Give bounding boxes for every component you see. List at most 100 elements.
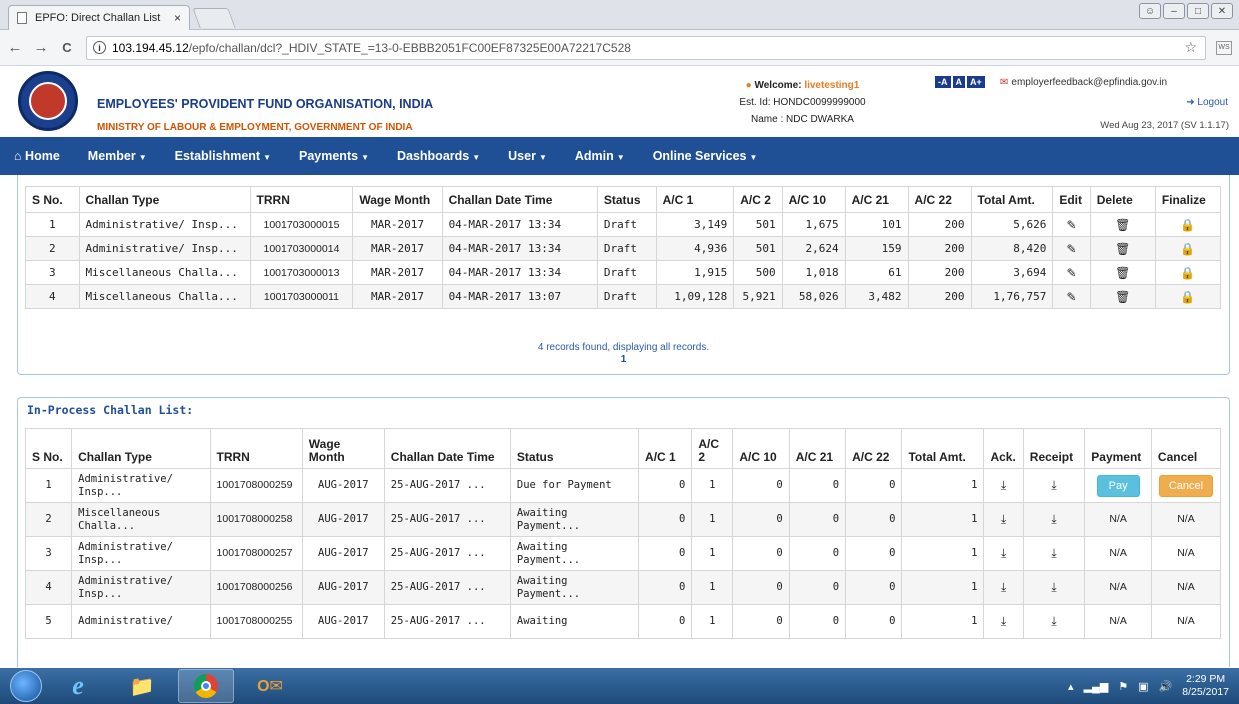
url-path: /epfo/challan/dcl?_HDIV_STATE_=13-0-EBBB… <box>188 40 631 55</box>
font-decrease-button[interactable]: -A <box>935 76 951 88</box>
menu-online-services[interactable]: Online Services ▼ <box>639 149 772 163</box>
table-cell: AUG-2017 <box>301 502 385 537</box>
table-cell: 0 <box>638 604 693 639</box>
table-cell: 1,915 <box>655 260 735 285</box>
na-text: N/A <box>1109 513 1127 525</box>
volume-icon[interactable]: 🔊 <box>1159 680 1173 693</box>
menu-establishment[interactable]: Establishment ▼ <box>161 149 285 163</box>
signal-icon[interactable]: ▂▄▆ <box>1084 680 1109 693</box>
maximize-icon[interactable]: □ <box>1187 3 1209 19</box>
table-cell: ⤓ <box>983 570 1024 605</box>
page-number-link[interactable]: 1 <box>621 354 627 365</box>
extension-icon[interactable]: WS <box>1216 40 1232 55</box>
forward-icon[interactable]: → <box>30 39 52 56</box>
table-cell: 0 <box>845 570 903 605</box>
inprocess-challan-panel: In-Process Challan List: S No. Challan T… <box>17 397 1230 667</box>
edit-icon[interactable]: ✎ <box>1067 218 1077 232</box>
ack-download-icon[interactable]: ⤓ <box>1001 546 1006 560</box>
table-cell: 1,09,128 <box>655 284 735 309</box>
table-cell: N/A <box>1150 570 1222 605</box>
ie-icon[interactable]: e <box>50 669 106 703</box>
cancel-button[interactable]: Cancel <box>1158 474 1214 497</box>
receipt-download-icon[interactable]: ⤓ <box>1051 478 1056 492</box>
trash-icon[interactable]: 🗑 <box>1115 266 1130 280</box>
receipt-download-icon[interactable]: ⤓ <box>1051 580 1056 594</box>
show-hidden-icons[interactable]: ▴ <box>1068 680 1074 693</box>
font-normal-button[interactable]: A <box>952 76 965 88</box>
col-header: A/C 10 <box>732 428 790 469</box>
table-cell: ✎ <box>1052 212 1091 237</box>
receipt-download-icon[interactable]: ⤓ <box>1051 614 1056 628</box>
ack-download-icon[interactable]: ⤓ <box>1001 478 1006 492</box>
clock[interactable]: 2:29 PM 8/25/2017 <box>1182 673 1229 699</box>
table-cell: 0 <box>732 604 790 639</box>
table-cell: N/A <box>1084 536 1152 571</box>
feedback-link[interactable]: ✉ employerfeedback@epfindia.gov.in <box>1000 77 1167 88</box>
user-icon[interactable]: ☺ <box>1139 3 1161 19</box>
draft-challan-table: S No. Challan Type TRRN Wage Month Chall… <box>25 186 1222 309</box>
table-cell: 0 <box>845 468 903 503</box>
url-input[interactable]: i 103.194.45.12/epfo/challan/dcl?_HDIV_S… <box>86 35 1206 60</box>
table-cell: 8,420 <box>970 236 1054 261</box>
menu-user[interactable]: User ▼ <box>494 149 561 163</box>
table-cell: 3,149 <box>655 212 735 237</box>
pay-button[interactable]: Pay <box>1096 474 1140 497</box>
edit-icon[interactable]: ✎ <box>1067 266 1077 280</box>
lock-icon[interactable]: 🔒 <box>1180 290 1195 304</box>
lock-icon[interactable]: 🔒 <box>1180 218 1195 232</box>
menu-admin[interactable]: Admin ▼ <box>561 149 639 163</box>
tab-close-icon[interactable]: × <box>174 11 181 25</box>
receipt-download-icon[interactable]: ⤓ <box>1051 512 1056 526</box>
ack-download-icon[interactable]: ⤓ <box>1001 580 1006 594</box>
info-icon[interactable]: i <box>93 41 106 54</box>
table-cell: 2 <box>25 236 80 261</box>
table-cell: 🔒 <box>1154 260 1222 285</box>
lock-icon[interactable]: 🔒 <box>1180 242 1195 256</box>
table-cell: 1,675 <box>781 212 846 237</box>
table-cell: N/A <box>1150 536 1222 571</box>
table-cell: 3 <box>24 536 73 571</box>
edit-icon[interactable]: ✎ <box>1067 242 1077 256</box>
receipt-download-icon[interactable]: ⤓ <box>1051 546 1056 560</box>
minimize-icon[interactable]: – <box>1163 3 1185 19</box>
ack-download-icon[interactable]: ⤓ <box>1001 512 1006 526</box>
new-tab-button[interactable] <box>192 8 236 28</box>
table-cell: 200 <box>907 212 972 237</box>
col-header: Receipt <box>1022 428 1086 469</box>
menu-home[interactable]: ⌂ Home <box>0 149 74 163</box>
edit-icon[interactable]: ✎ <box>1067 290 1077 304</box>
table-cell: 0 <box>845 604 903 639</box>
table-cell: 1 <box>691 604 734 639</box>
inprocess-title: In-Process Challan List: <box>27 403 194 417</box>
file-explorer-icon[interactable]: 📁 <box>114 669 170 703</box>
menu-member[interactable]: Member ▼ <box>74 149 161 163</box>
outlook-icon[interactable]: O✉ <box>242 669 298 703</box>
font-increase-button[interactable]: A+ <box>967 76 985 88</box>
reload-icon[interactable]: C <box>56 40 78 55</box>
table-cell: 1001708000255 <box>209 604 303 639</box>
records-summary: 4 records found, displaying all records.… <box>18 342 1229 366</box>
chrome-icon[interactable] <box>178 669 234 703</box>
ack-download-icon[interactable]: ⤓ <box>1001 614 1006 628</box>
back-icon[interactable]: ← <box>4 39 26 56</box>
menu-dashboards[interactable]: Dashboards ▼ <box>383 149 494 163</box>
logout-link[interactable]: ➜ Logout <box>1186 97 1228 108</box>
menu-payments[interactable]: Payments ▼ <box>285 149 383 163</box>
table-cell: 5,626 <box>970 212 1054 237</box>
start-button[interactable] <box>10 670 42 702</box>
flag-icon[interactable]: ⚑ <box>1118 680 1128 693</box>
network-icon[interactable]: ▣ <box>1138 680 1148 693</box>
trash-icon[interactable]: 🗑 <box>1115 242 1130 256</box>
lock-icon[interactable]: 🔒 <box>1180 266 1195 280</box>
welcome-user: livetesting1 <box>804 80 860 91</box>
close-window-icon[interactable]: ✕ <box>1211 3 1233 19</box>
trash-icon[interactable]: 🗑 <box>1115 290 1130 304</box>
table-cell: 500 <box>733 260 783 285</box>
na-text: N/A <box>1109 547 1127 559</box>
bookmark-star-icon[interactable]: ☆ <box>1184 39 1197 56</box>
browser-tab[interactable]: EPFO: Direct Challan List × <box>8 5 190 30</box>
table-cell: 0 <box>638 536 693 571</box>
table-cell: Administrative/ Insp... <box>71 570 211 605</box>
col-header: Payment <box>1084 428 1152 469</box>
trash-icon[interactable]: 🗑 <box>1115 218 1130 232</box>
